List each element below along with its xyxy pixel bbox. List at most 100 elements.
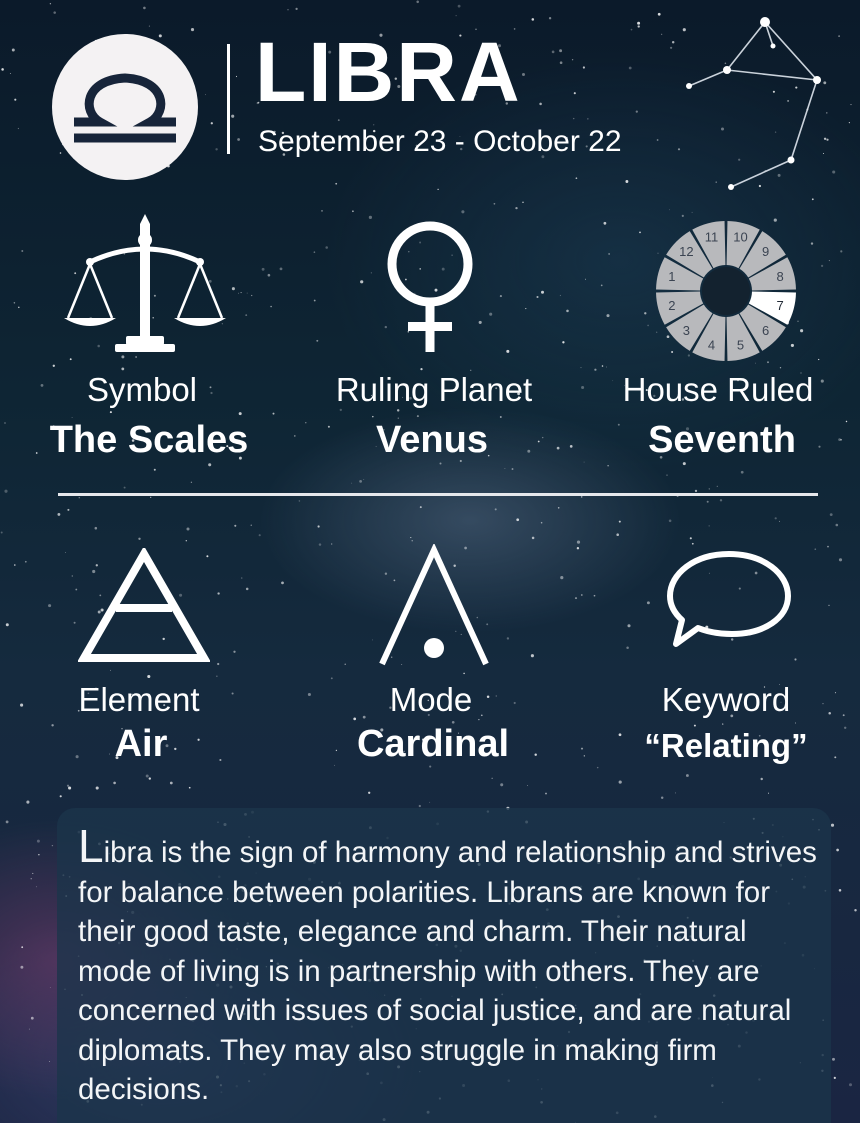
star [169,781,173,785]
star [272,412,275,415]
star [245,587,249,591]
mode-label: Mode [389,681,473,718]
star [606,314,610,318]
star [635,110,638,113]
star [344,663,346,665]
star [32,872,34,874]
star [630,28,633,31]
star [647,324,649,327]
house-ruled-value: Seventh [648,419,796,461]
star [49,1061,51,1062]
star [78,496,81,499]
star [661,33,663,35]
star [48,604,52,608]
star [205,94,206,96]
star [616,533,619,536]
star [618,780,622,784]
star [235,75,238,78]
star [334,764,335,766]
star [20,965,24,969]
star [580,594,583,596]
star [580,496,583,498]
star [559,294,561,297]
star [21,250,24,252]
star [706,500,709,503]
star [250,524,252,526]
house-number: 7 [776,298,783,313]
star [217,662,220,666]
star [53,11,56,14]
star [59,795,62,798]
star [576,540,581,544]
star [298,500,301,502]
star [691,542,694,545]
star [526,784,528,786]
house-number: 8 [776,269,783,284]
star [499,295,502,298]
star [360,280,364,284]
star [814,548,817,551]
star [489,312,493,316]
star [607,465,609,467]
star [148,777,151,780]
star [353,717,357,721]
star [368,791,371,794]
element-value: Air [114,723,168,765]
star [295,7,298,11]
star [530,654,534,658]
star [828,604,830,607]
star [49,3,52,5]
star [548,17,552,20]
star [109,411,112,414]
star [708,525,710,527]
star [372,415,374,418]
star [637,25,640,28]
house-number: 9 [762,244,769,259]
description-text: Libra is the sign of harmony and relatio… [78,823,818,1110]
star [522,201,524,204]
star [573,92,576,95]
house-wheel-icon: 1234 56789101112 [656,221,796,361]
star [330,677,333,680]
house-number: 2 [668,298,675,313]
star [818,358,820,361]
star [11,48,15,52]
star [368,215,372,219]
star [587,118,589,120]
star [457,4,461,8]
star [516,518,520,522]
star [539,102,542,106]
star [628,66,632,70]
star [30,878,32,880]
star [411,540,413,542]
star [794,722,796,724]
star [352,210,354,213]
star [506,349,510,353]
star [580,747,584,750]
star [18,306,20,309]
symbol-label: Symbol [86,371,198,408]
star [685,774,689,777]
section-divider [58,493,818,496]
star [1,68,4,71]
keyword-value: “Relating” [644,727,808,764]
star [541,290,544,294]
star [30,1016,34,1020]
star [210,122,213,125]
star [416,0,419,4]
star [318,543,322,546]
star [820,264,824,268]
star [668,519,672,523]
star [237,138,240,141]
house-number: 12 [679,244,693,259]
star [246,292,248,294]
star [838,558,843,562]
star [493,202,496,205]
star [525,308,527,310]
star [138,537,141,540]
star [121,367,125,371]
star [575,177,578,180]
star [51,844,54,847]
star [491,777,493,779]
star [231,287,235,291]
